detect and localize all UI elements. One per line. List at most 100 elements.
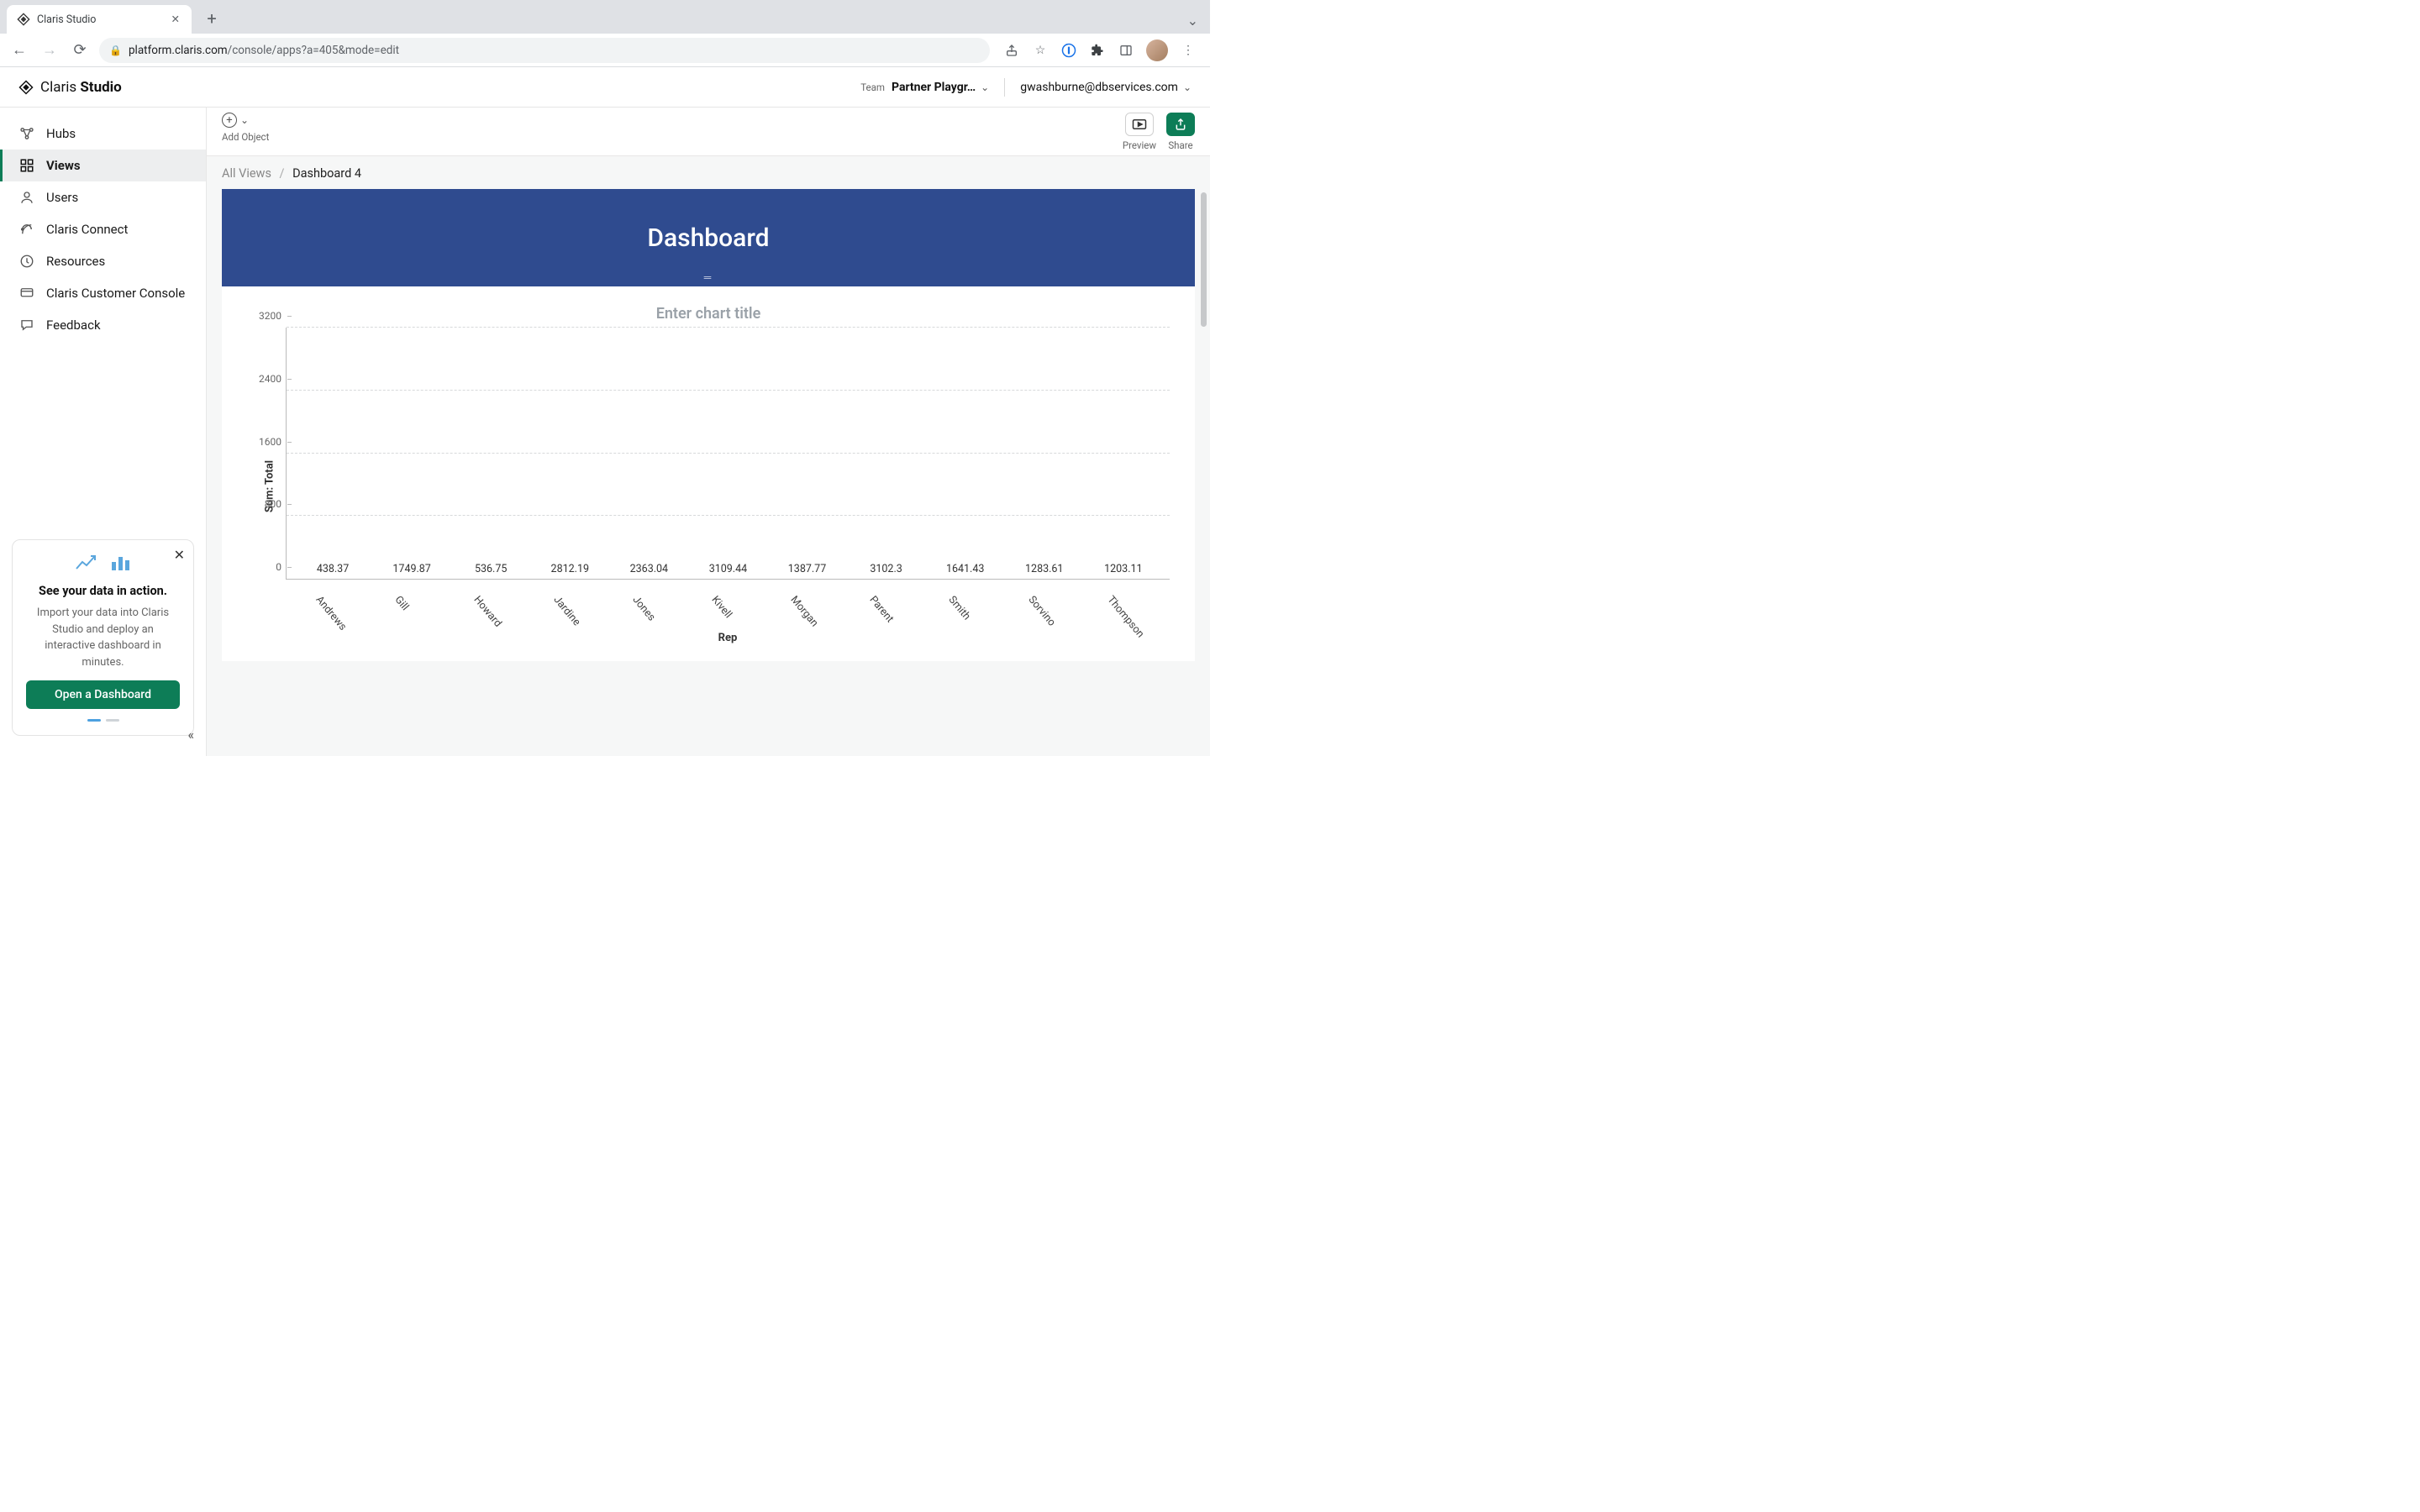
browser-chrome: Claris Studio ✕ + ⌄ ← → ⟳ 🔒 platform.cla… xyxy=(0,0,1210,67)
bar-value-label: 3109.44 xyxy=(709,563,747,575)
kebab-menu-icon[interactable]: ⋮ xyxy=(1180,42,1197,59)
console-icon xyxy=(19,286,34,301)
hubs-icon xyxy=(19,126,34,141)
x-tick-label: Thompson xyxy=(1073,585,1128,638)
preview-button[interactable]: Preview xyxy=(1123,113,1156,151)
share-button[interactable]: Share xyxy=(1166,113,1195,151)
sidebar-item-claris-connect[interactable]: Claris Connect xyxy=(0,213,206,245)
sidebar-item-label: Views xyxy=(46,158,81,173)
x-axis-label: Rep xyxy=(286,632,1170,644)
chevron-down-icon: ⌄ xyxy=(1183,81,1192,93)
promo-card: ✕ See your data in action. Import your d… xyxy=(12,539,194,736)
sidebar-item-label: Hubs xyxy=(46,126,76,141)
bar-value-label: 2363.04 xyxy=(630,563,668,575)
close-icon[interactable]: ✕ xyxy=(170,11,182,28)
sidebar-item-views[interactable]: Views xyxy=(0,150,206,181)
team-switcher[interactable]: Team Partner Playgr… ⌄ xyxy=(860,81,989,94)
bar-chart-icon xyxy=(110,554,132,575)
chevron-down-icon: ⌄ xyxy=(240,114,249,126)
tab-title: Claris Studio xyxy=(37,13,96,26)
lock-icon: 🔒 xyxy=(109,45,122,56)
bar-value-label: 438.37 xyxy=(317,563,349,575)
sidebar-item-users[interactable]: Users xyxy=(0,181,206,213)
reload-button[interactable]: ⟳ xyxy=(69,41,91,59)
onepassword-icon[interactable] xyxy=(1060,42,1077,59)
y-tick: 1600 xyxy=(259,436,287,448)
promo-pagination[interactable] xyxy=(26,719,180,722)
close-icon[interactable]: ✕ xyxy=(174,547,185,563)
x-tick-label: Morgan xyxy=(756,585,812,638)
connect-icon xyxy=(19,222,34,237)
sidebar-item-label: Feedback xyxy=(46,318,101,333)
logo-icon xyxy=(18,80,34,95)
add-object-button[interactable]: +⌄ Add Object xyxy=(222,113,269,143)
scrollbar[interactable] xyxy=(1200,189,1207,756)
sidebar-item-hubs[interactable]: Hubs xyxy=(0,118,206,150)
promo-title: See your data in action. xyxy=(26,584,180,598)
x-tick-label: Sorvino xyxy=(994,585,1050,638)
x-tick-label: Parent xyxy=(835,585,891,638)
address-bar[interactable]: 🔒 platform.claris.com/console/apps?a=405… xyxy=(99,38,990,63)
bar-value-label: 1387.77 xyxy=(788,563,826,575)
app-logo[interactable]: Claris Studio xyxy=(18,79,122,96)
sidebar-item-feedback[interactable]: Feedback xyxy=(0,309,206,341)
bar-value-label: 1749.87 xyxy=(392,563,430,575)
dashboard-banner[interactable]: Dashboard ═ xyxy=(222,189,1195,286)
sidebar-item-label: Resources xyxy=(46,254,105,269)
bar-value-label: 2812.19 xyxy=(551,563,589,575)
sidebar-item-resources[interactable]: Resources xyxy=(0,245,206,277)
promo-body: Import your data into Claris Studio and … xyxy=(26,605,180,670)
canvas: Dashboard ═ Enter chart title Sum: Total… xyxy=(207,189,1210,756)
app-header: Claris Studio Team Partner Playgr… ⌄ gwa… xyxy=(0,67,1210,108)
open-dashboard-button[interactable]: Open a Dashboard xyxy=(26,680,180,709)
url-text: platform.claris.com/console/apps?a=405&m… xyxy=(129,44,399,57)
plot-area: 438.37 1749.87 536.75 2812.19 2363.04 3109.44… xyxy=(286,328,1170,580)
chevron-down-icon: ⌄ xyxy=(981,81,989,93)
profile-avatar[interactable] xyxy=(1146,39,1168,61)
bar-value-label: 536.75 xyxy=(475,563,507,575)
extensions-icon[interactable] xyxy=(1089,42,1106,59)
breadcrumb-root[interactable]: All Views xyxy=(222,166,271,181)
feedback-icon xyxy=(19,318,34,333)
line-chart-icon xyxy=(75,554,98,575)
chart-area: Sum: Total 438.371749.87536.752812.19236… xyxy=(286,328,1170,644)
x-tick-label: Howard xyxy=(440,585,496,638)
y-tick: 0 xyxy=(276,561,287,573)
sidebar: Hubs Views Users Claris Connect Resources Cla… xyxy=(0,108,207,756)
chart-panel[interactable]: Enter chart title Sum: Total 438.371749.… xyxy=(222,286,1195,661)
x-tick-label: Gill xyxy=(360,585,416,638)
users-icon xyxy=(19,190,34,205)
bar-value-label: 3102.3 xyxy=(870,563,902,575)
back-button[interactable]: ← xyxy=(8,41,30,59)
bar-value-label: 1283.61 xyxy=(1025,563,1063,575)
drag-handle-icon[interactable]: ═ xyxy=(704,271,713,283)
new-tab-button[interactable]: + xyxy=(200,8,224,29)
x-tick-label: Jardine xyxy=(519,585,575,638)
sidebar-item-claris-customer-console[interactable]: Claris Customer Console xyxy=(0,277,206,309)
tab-strip: Claris Studio ✕ + ⌄ xyxy=(0,0,1210,34)
bookmark-icon[interactable]: ☆ xyxy=(1032,42,1049,59)
forward-button[interactable]: → xyxy=(39,41,60,59)
sidebar-item-label: Claris Customer Console xyxy=(46,286,185,301)
main-content: +⌄ Add Object Preview Share All Views / … xyxy=(207,108,1210,756)
resources-icon xyxy=(19,254,34,269)
share-page-icon[interactable] xyxy=(1003,42,1020,59)
plus-icon: + xyxy=(222,113,237,128)
x-tick-label: Jones xyxy=(598,585,654,638)
collapse-sidebar-button[interactable]: « xyxy=(187,727,194,743)
browser-actions: ☆ ⋮ xyxy=(998,39,1202,61)
user-menu[interactable]: gwashburne@dbservices.com ⌄ xyxy=(1020,81,1192,94)
browser-tab[interactable]: Claris Studio ✕ xyxy=(7,5,192,34)
chart-title-placeholder[interactable]: Enter chart title xyxy=(239,297,1178,328)
bar-value-label: 1641.43 xyxy=(946,563,984,575)
sidebar-item-label: Users xyxy=(46,190,78,205)
x-tick-label: Kivell xyxy=(677,585,733,638)
y-tick: 800 xyxy=(265,498,287,510)
x-tick-label: Andrews xyxy=(281,585,337,638)
x-tick-label: Smith xyxy=(915,585,971,638)
breadcrumb-current: Dashboard 4 xyxy=(292,166,361,181)
sidepanel-icon[interactable] xyxy=(1118,42,1134,59)
y-tick: 2400 xyxy=(259,373,287,385)
banner-title: Dashboard xyxy=(647,223,769,253)
tabs-expand-icon[interactable]: ⌄ xyxy=(1187,13,1198,29)
